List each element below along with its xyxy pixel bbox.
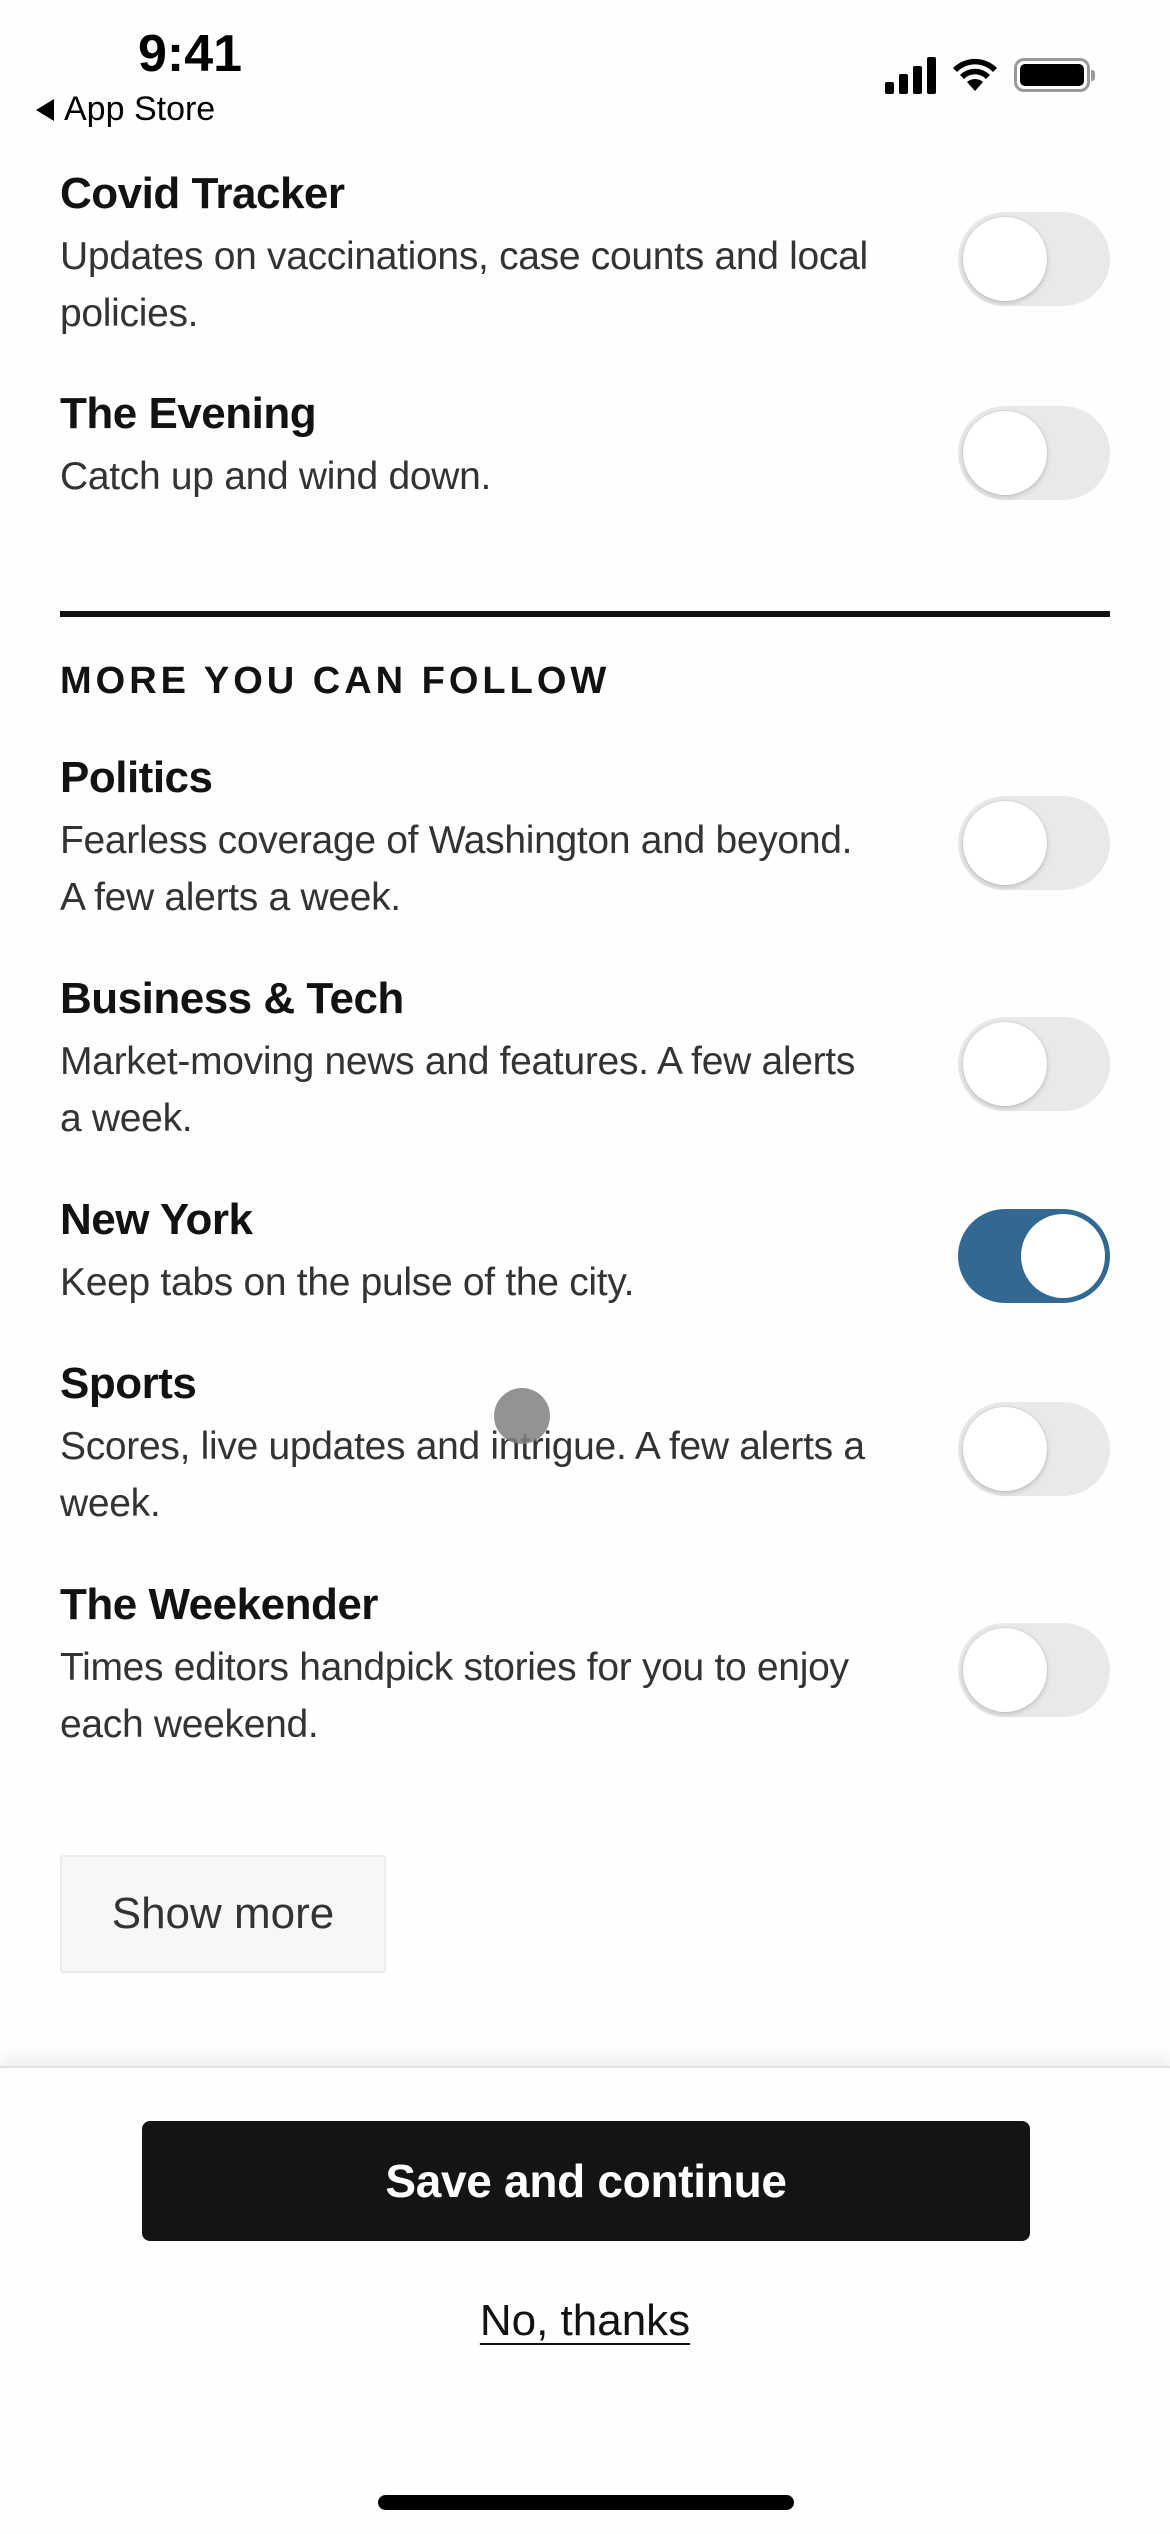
alert-title: Business & Tech xyxy=(60,974,404,1023)
alert-item-the-evening: The Evening Catch up and wind down. xyxy=(60,388,1110,505)
alert-title: Sports xyxy=(60,1359,197,1408)
alert-title: Covid Tracker xyxy=(60,169,345,218)
alert-description: Keep tabs on the pulse of the city. xyxy=(60,1261,635,1304)
touch-indicator xyxy=(494,1388,550,1444)
no-thanks-row: No, thanks xyxy=(0,2296,1170,2346)
section-divider xyxy=(60,611,1110,617)
back-arrow-icon xyxy=(36,98,54,121)
status-bar: 9:41 App Store xyxy=(0,0,1170,140)
toggle-knob xyxy=(963,1022,1047,1106)
alert-title: New York xyxy=(60,1195,253,1244)
alert-item-new-york: New York Keep tabs on the pulse of the c… xyxy=(60,1194,1110,1311)
battery-icon xyxy=(1014,58,1095,92)
toggle-knob xyxy=(963,411,1047,495)
alert-item-business-tech: Business & Tech Market-moving news and f… xyxy=(60,973,1110,1147)
no-thanks-link[interactable]: No, thanks xyxy=(480,2296,690,2345)
alert-title: The Evening xyxy=(60,389,317,438)
alert-title: Politics xyxy=(60,753,213,802)
show-more-button[interactable]: Show more xyxy=(60,1855,386,1973)
toggle-politics[interactable] xyxy=(958,796,1110,890)
alert-item-covid-tracker: Covid Tracker Updates on vaccinations, c… xyxy=(60,168,1110,342)
toggle-knob xyxy=(963,801,1047,885)
bottom-action-bar: Save and continue No, thanks xyxy=(0,2066,1170,2534)
alert-description: Times editors handpick stories for you t… xyxy=(60,1646,849,1746)
toggle-knob xyxy=(1021,1214,1105,1298)
save-and-continue-button[interactable]: Save and continue xyxy=(142,2121,1030,2241)
alert-description: Fearless coverage of Washington and beyo… xyxy=(60,819,853,919)
section-header: MORE YOU CAN FOLLOW xyxy=(60,660,611,702)
alert-description: Updates on vaccinations, case counts and… xyxy=(60,235,868,335)
alert-description: Catch up and wind down. xyxy=(60,455,492,498)
back-label: App Store xyxy=(64,90,216,128)
home-indicator[interactable] xyxy=(378,2495,794,2510)
alert-item-politics: Politics Fearless coverage of Washington… xyxy=(60,752,1110,926)
alert-description: Scores, live updates and intrigue. A few… xyxy=(60,1425,865,1525)
status-time: 9:41 xyxy=(138,25,243,83)
toggle-the-weekender[interactable] xyxy=(958,1623,1110,1717)
alert-item-the-weekender: The Weekender Times editors handpick sto… xyxy=(60,1579,1110,1753)
alert-title: The Weekender xyxy=(60,1580,378,1629)
toggle-covid-tracker[interactable] xyxy=(958,212,1110,306)
toggle-sports[interactable] xyxy=(958,1402,1110,1496)
alert-description: Market-moving news and features. A few a… xyxy=(60,1040,856,1140)
toggle-new-york[interactable] xyxy=(958,1209,1110,1303)
toggle-the-evening[interactable] xyxy=(958,406,1110,500)
cellular-signal-icon xyxy=(885,56,936,94)
toggle-knob xyxy=(963,1628,1047,1712)
wifi-icon xyxy=(953,58,997,91)
alert-item-sports: Sports Scores, live updates and intrigue… xyxy=(60,1358,1110,1532)
back-to-app-store[interactable]: App Store xyxy=(36,90,215,129)
toggle-business-tech[interactable] xyxy=(958,1017,1110,1111)
system-icons xyxy=(885,56,1095,94)
toggle-knob xyxy=(963,217,1047,301)
toggle-knob xyxy=(963,1407,1047,1491)
